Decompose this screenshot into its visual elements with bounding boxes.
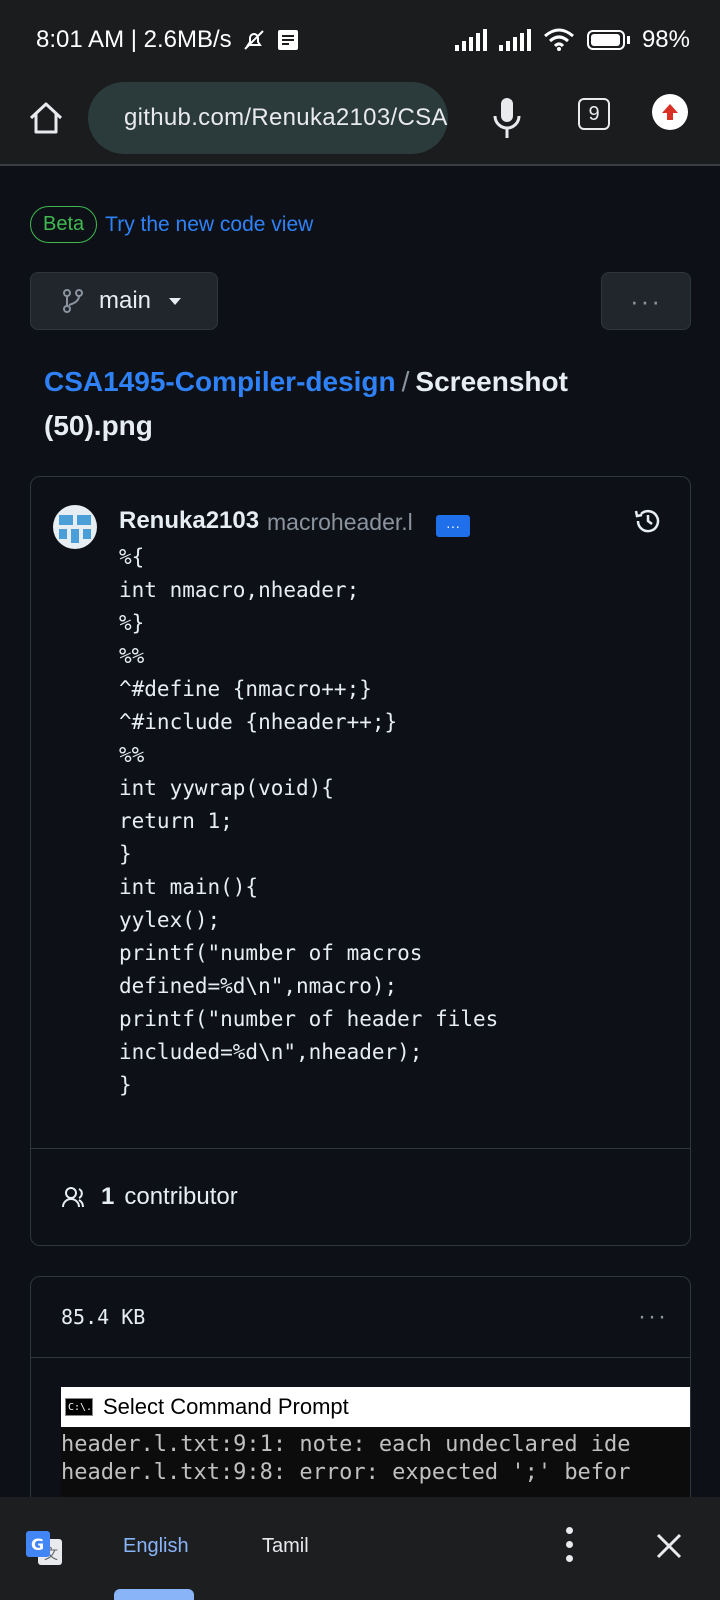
translate-bar: 文 G English Tamil	[0, 1497, 720, 1600]
battery-icon	[586, 30, 625, 50]
signal-icon	[454, 29, 487, 51]
divider	[31, 1357, 690, 1358]
divider	[31, 1148, 690, 1149]
cmd-output: header.l.txt:9:1: note: each undeclared …	[61, 1432, 631, 1485]
status-time: 8:01 AM | 2.6MB/s	[36, 26, 232, 53]
mute-bell-icon	[243, 30, 264, 50]
update-icon[interactable]	[652, 94, 688, 130]
file-more-button[interactable]: ···	[638, 1303, 668, 1331]
battery-level: 98%	[641, 26, 690, 53]
beta-badge: Beta	[30, 206, 98, 243]
commit-message[interactable]: macroheader.l	[267, 509, 413, 536]
branch-name: main	[99, 287, 152, 314]
tab-switcher-button[interactable]: 9	[578, 98, 610, 130]
address-bar[interactable]: github.com/Renuka2103/CSA1495-Compiler-d…	[88, 82, 448, 154]
file-size: 85.4 KB	[61, 1305, 146, 1329]
status-bar: 8:01 AM | 2.6MB/s 98%	[0, 0, 720, 80]
notification-icon	[277, 30, 298, 50]
microphone-icon[interactable]	[490, 96, 524, 140]
language-tab-english[interactable]: English	[123, 1535, 189, 1558]
svg-text:G: G	[31, 1535, 44, 1554]
selected-language-indicator	[114, 1589, 194, 1600]
file-viewer: 85.4 KB ··· C:\. Select Command Prompt h…	[30, 1276, 691, 1516]
contributor-count: 1	[101, 1183, 115, 1210]
command-prompt-icon: C:\.	[65, 1398, 93, 1416]
beta-banner: Beta Try the new code view	[30, 206, 313, 243]
wifi-icon	[543, 28, 574, 51]
signal-icon-2	[498, 29, 531, 51]
breadcrumb: CSA1495-Compiler-design / Screenshot (50).…	[44, 360, 644, 448]
more-vert-icon[interactable]	[566, 1527, 573, 1562]
people-icon	[62, 1187, 85, 1208]
git-branch-icon	[63, 289, 83, 313]
google-translate-icon[interactable]: 文 G	[24, 1529, 64, 1569]
cmd-title: Select Command Prompt	[103, 1394, 349, 1419]
commit-code-body: %{ int nmacro,nheader; %} %% ^#define {n…	[119, 545, 499, 1097]
cmd-titlebar: C:\. Select Command Prompt	[61, 1387, 690, 1427]
browser-toolbar: github.com/Renuka2103/CSA1495-Compiler-d…	[0, 80, 720, 166]
close-icon[interactable]	[654, 1531, 684, 1561]
contributor-label: contributor	[124, 1183, 238, 1210]
more-options-button[interactable]: ···	[601, 272, 691, 330]
home-icon[interactable]	[26, 98, 66, 138]
avatar[interactable]	[53, 505, 97, 549]
commit-author[interactable]: Renuka2103	[119, 507, 259, 535]
language-tab-tamil[interactable]: Tamil	[262, 1535, 309, 1558]
new-code-view-link[interactable]: Try the new code view	[105, 213, 313, 237]
url-text[interactable]: github.com/Renuka2103/CSA1495-Compiler-d…	[124, 104, 448, 132]
chevron-down-icon	[169, 297, 182, 305]
commit-expand-button[interactable]: ···	[436, 515, 470, 537]
latest-commit-box: Renuka2103 macroheader.l ··· %{ int nmac…	[30, 476, 691, 1246]
breadcrumb-separator: /	[401, 366, 410, 397]
branch-selector[interactable]: main	[30, 272, 218, 330]
contributors-link[interactable]: 1 contributor	[61, 1183, 238, 1211]
history-icon[interactable]	[632, 505, 664, 537]
breadcrumb-repo-link[interactable]: CSA1495-Compiler-design	[44, 366, 396, 397]
